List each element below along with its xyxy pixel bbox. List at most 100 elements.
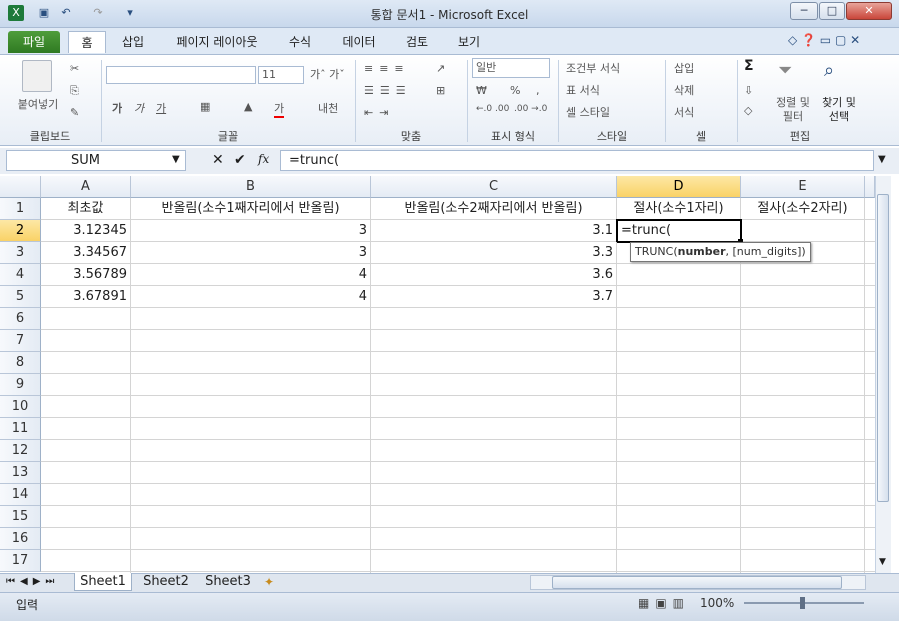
find-select-button[interactable]: 찾기 및 선택 (816, 96, 862, 124)
horizontal-scroll-thumb[interactable] (552, 576, 842, 589)
delete-cells-button[interactable]: 삭제 (674, 82, 694, 98)
row-header[interactable]: 11 (0, 418, 41, 440)
active-cell-d2[interactable]: =trunc( (616, 219, 742, 243)
column-header-c[interactable]: C (371, 176, 617, 198)
decrease-decimal-button[interactable]: .00 →.0 (514, 104, 547, 114)
fill-color-icon[interactable]: ▲ (244, 100, 252, 113)
border-icon[interactable]: ▦ (200, 100, 210, 113)
align-left-icon[interactable]: ☰☰☰ (364, 84, 412, 97)
row-header[interactable]: 15 (0, 506, 41, 528)
copy-icon[interactable]: ⎘ (70, 84, 79, 98)
row-header[interactable]: 6 (0, 308, 41, 330)
cell-styles-button[interactable]: 셀 스타일 (566, 104, 610, 120)
maximize-button[interactable]: □ (819, 2, 845, 20)
cell-a2[interactable]: 3.12345 (41, 220, 131, 242)
vertical-scroll-thumb[interactable] (877, 194, 889, 502)
format-cells-button[interactable]: 서식 (674, 104, 694, 120)
increase-decimal-button[interactable]: ←.0 .00 (476, 104, 509, 114)
enter-button[interactable]: ✔ (234, 152, 246, 168)
cell-c3[interactable]: 3.3 (371, 242, 617, 264)
sort-filter-button[interactable]: 정렬 및 필터 (770, 96, 816, 124)
tab-page-layout[interactable]: 페이지 레이아웃 (160, 31, 274, 53)
cell-c2[interactable]: 3.1 (371, 220, 617, 242)
row-header[interactable]: 12 (0, 440, 41, 462)
grow-font-icon[interactable]: 가ˆ 가ˇ (310, 66, 345, 82)
row-header[interactable]: 3 (0, 242, 41, 264)
column-header-a[interactable]: A (41, 176, 131, 198)
paste-button-label[interactable]: 붙여넣기 (12, 96, 64, 112)
column-header-f[interactable] (865, 176, 875, 198)
font-name-dropdown[interactable] (106, 66, 256, 84)
merge-center-icon[interactable]: ⊞ (436, 84, 445, 97)
fill-icon[interactable]: ⇩ (744, 84, 753, 97)
cell-c4[interactable]: 3.6 (371, 264, 617, 286)
tooltip-function-name[interactable]: TRUNC( (635, 245, 678, 258)
tab-file[interactable]: 파일 (8, 31, 60, 53)
row-header[interactable]: 16 (0, 528, 41, 550)
cell-a5[interactable]: 3.67891 (41, 286, 131, 308)
insert-sheet-icon[interactable]: ✦ (264, 575, 274, 589)
help-icon[interactable]: ◇ ❓ ▭ ▢ ✕ (788, 33, 860, 47)
column-header-e[interactable]: E (741, 176, 865, 198)
tab-view[interactable]: 보기 (446, 31, 492, 53)
cell-a3[interactable]: 3.34567 (41, 242, 131, 264)
cell-d1[interactable]: 절사(소수1자리) (617, 198, 741, 220)
cell-b2[interactable]: 3 (131, 220, 371, 242)
tab-home[interactable]: 홈 (68, 31, 106, 53)
sort-filter-icon[interactable]: ⏷ (778, 60, 792, 81)
row-header[interactable]: 8 (0, 352, 41, 374)
font-color-button[interactable]: 가 (274, 100, 285, 118)
sheet-tab-sheet2[interactable]: Sheet2 (136, 573, 196, 591)
find-select-icon[interactable]: ⌕ (824, 60, 834, 81)
formula-input[interactable]: =trunc( (280, 150, 874, 171)
row-header[interactable]: 9 (0, 374, 41, 396)
cell-c1[interactable]: 반올림(소수2째자리에서 반올림) (371, 198, 617, 220)
underline-button[interactable]: 가 (156, 100, 166, 116)
row-header[interactable]: 10 (0, 396, 41, 418)
orientation-icon[interactable]: ↗ (436, 62, 445, 75)
tab-data[interactable]: 데이터 (330, 31, 388, 53)
name-box-dropdown-icon[interactable]: ▼ (172, 154, 180, 165)
cell-e1[interactable]: 절사(소수2자리) (741, 198, 865, 220)
clear-icon[interactable]: ◇ (744, 104, 752, 117)
format-as-table-button[interactable]: 표 서식 (566, 82, 600, 98)
tab-formulas[interactable]: 수식 (278, 31, 322, 53)
font-size-dropdown[interactable]: 11 (258, 66, 304, 84)
italic-button[interactable]: 가 (134, 100, 144, 116)
bold-button[interactable]: 가 (112, 100, 122, 116)
row-header[interactable]: 17 (0, 550, 41, 572)
row-header[interactable]: 14 (0, 484, 41, 506)
format-painter-icon[interactable]: ✎ (70, 106, 79, 119)
cell-a4[interactable]: 3.56789 (41, 264, 131, 286)
comma-button[interactable]: , (536, 84, 540, 97)
cancel-entry-button[interactable]: ✕ (212, 152, 224, 168)
insert-function-button[interactable]: fx (258, 152, 269, 166)
scroll-down-icon[interactable]: ▼ (879, 557, 886, 567)
column-header-d[interactable]: D (617, 176, 741, 198)
phonetic-button[interactable]: 내천 (318, 100, 338, 116)
conditional-formatting-button[interactable]: 조건부 서식 (566, 60, 620, 76)
row-header[interactable]: 2 (0, 220, 41, 242)
cell-b1[interactable]: 반올림(소수1째자리에서 반올림) (131, 198, 371, 220)
sheet-nav-icon[interactable]: ⏮◀▶⏭ (6, 576, 59, 587)
sheet-tab-sheet1[interactable]: Sheet1 (74, 573, 132, 591)
cell-b3[interactable]: 3 (131, 242, 371, 264)
zoom-slider-thumb[interactable] (800, 597, 805, 609)
autosum-button[interactable]: Σ (744, 58, 754, 74)
row-header[interactable]: 7 (0, 330, 41, 352)
column-header-b[interactable]: B (131, 176, 371, 198)
indent-icon[interactable]: ⇤⇥ (364, 106, 394, 119)
cut-icon[interactable]: ✂ (70, 62, 79, 75)
row-header[interactable]: 5 (0, 286, 41, 308)
cell-b5[interactable]: 4 (131, 286, 371, 308)
select-all-corner[interactable] (0, 176, 41, 198)
insert-cells-button[interactable]: 삽입 (674, 60, 694, 76)
expand-formula-bar-icon[interactable]: ▼ (878, 154, 886, 165)
percent-button[interactable]: % (510, 84, 520, 97)
tab-insert[interactable]: 삽입 (110, 31, 156, 53)
number-format-dropdown[interactable]: 일반 (472, 58, 550, 78)
row-header[interactable]: 4 (0, 264, 41, 286)
cell-a1[interactable]: 최초값 (41, 198, 131, 220)
cell-b4[interactable]: 4 (131, 264, 371, 286)
sheet-tab-sheet3[interactable]: Sheet3 (198, 573, 258, 591)
